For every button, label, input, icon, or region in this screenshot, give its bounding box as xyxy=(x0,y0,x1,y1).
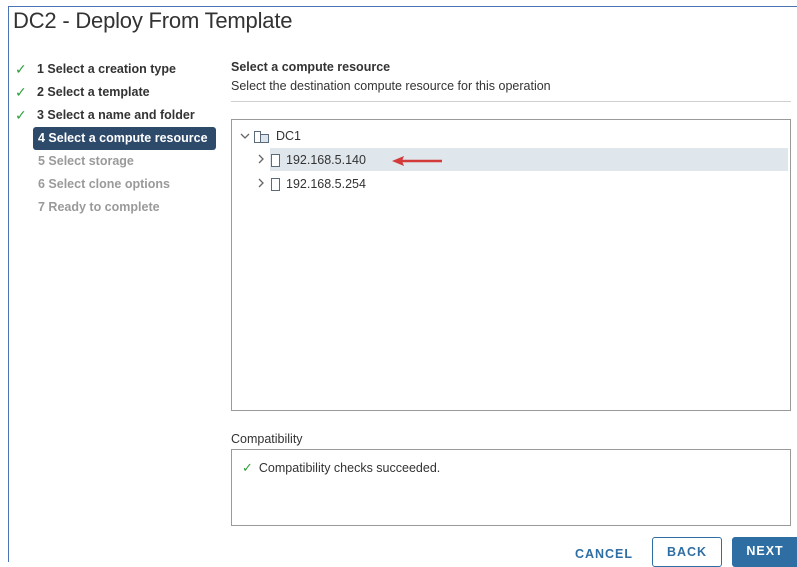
step-4-active[interactable]: 4 Select a compute resource xyxy=(33,127,216,150)
tree-node-dc1[interactable]: DC1 xyxy=(240,125,301,147)
step-7: 7 Ready to complete xyxy=(12,196,222,219)
step-label: 6 Select clone options xyxy=(38,177,170,191)
divider xyxy=(231,101,791,102)
wizard-steps: ✓ 1 Select a creation type ✓ 2 Select a … xyxy=(12,58,222,219)
datacenter-icon xyxy=(254,130,270,144)
checkmark-icon: ✓ xyxy=(15,107,27,123)
step-5: 5 Select storage xyxy=(12,150,222,173)
step-label: 2 Select a template xyxy=(37,85,150,99)
step-3[interactable]: ✓ 3 Select a name and folder xyxy=(12,104,222,127)
host-icon xyxy=(271,154,280,168)
checkmark-icon: ✓ xyxy=(242,460,253,475)
deploy-dialog: DC2 - Deploy From Template ✓ 1 Select a … xyxy=(8,6,797,567)
dialog-footer: CANCEL BACK NEXT xyxy=(9,499,797,567)
step-label: 1 Select a creation type xyxy=(37,62,176,76)
host-icon xyxy=(271,178,280,192)
tree-node-label: 192.168.5.140 xyxy=(286,153,366,167)
chevron-right-icon[interactable] xyxy=(257,149,271,171)
checkmark-icon: ✓ xyxy=(15,61,27,77)
section-title: Select a compute resource xyxy=(231,60,391,74)
step-content: Select a compute resource Select the des… xyxy=(231,59,797,526)
step-label: 7 Ready to complete xyxy=(38,200,160,214)
annotation-arrow-icon xyxy=(392,156,442,166)
tree-node-label: 192.168.5.254 xyxy=(286,177,366,191)
tree-node-host-1[interactable]: 192.168.5.140 xyxy=(257,149,366,171)
step-6: 6 Select clone options xyxy=(12,173,222,196)
section-description: Select the destination compute resource … xyxy=(231,79,551,93)
step-label: 5 Select storage xyxy=(38,154,134,168)
dialog-title: DC2 - Deploy From Template xyxy=(13,8,293,33)
step-2[interactable]: ✓ 2 Select a template xyxy=(12,81,222,104)
chevron-down-icon[interactable] xyxy=(240,125,254,147)
checkmark-icon: ✓ xyxy=(15,84,27,100)
compatibility-label: Compatibility xyxy=(231,432,303,446)
step-label: 3 Select a name and folder xyxy=(37,108,195,122)
tree-node-host-2[interactable]: 192.168.5.254 xyxy=(257,173,366,195)
compatibility-message: Compatibility checks succeeded. xyxy=(258,461,441,475)
compute-resource-tree: DC1 192.168.5.140 192.168.5.254 xyxy=(231,119,791,411)
back-button[interactable]: BACK xyxy=(652,537,722,567)
tree-node-label: DC1 xyxy=(276,129,302,143)
chevron-right-icon[interactable] xyxy=(257,173,271,195)
step-1[interactable]: ✓ 1 Select a creation type xyxy=(12,58,222,81)
next-button[interactable]: NEXT xyxy=(732,537,797,567)
cancel-button[interactable]: CANCEL xyxy=(564,543,644,567)
step-label: 4 Select a compute resource xyxy=(38,131,208,145)
